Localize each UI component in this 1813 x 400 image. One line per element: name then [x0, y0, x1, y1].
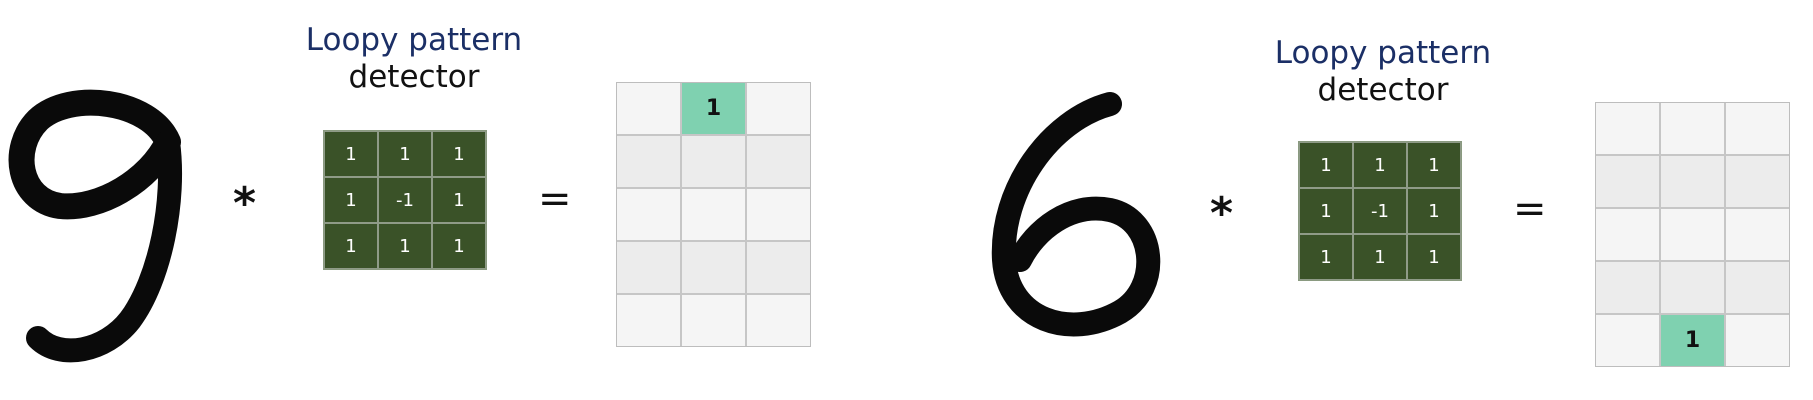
kernel-title: Loopy pattern detector [264, 22, 564, 96]
kernel-cell: 1 [1408, 143, 1460, 187]
feature-map-cell [1726, 103, 1789, 154]
kernel-cell: 1 [1300, 143, 1352, 187]
kernel-cell: 1 [1354, 143, 1406, 187]
kernel-title-line1: Loopy pattern [305, 22, 523, 58]
kernel-cell: 1 [1408, 235, 1460, 279]
feature-map-cell-activated: 1 [1661, 315, 1724, 366]
feature-map-cell [747, 189, 810, 240]
feature-map-cell [747, 295, 810, 346]
feature-map-cell [1661, 262, 1724, 313]
feature-map-cell [747, 83, 810, 134]
panel-digit-6: * Loopy pattern detector 1 1 1 1 -1 1 1 … [960, 0, 1813, 400]
kernel-cell: 1 [433, 224, 485, 268]
kernel-cell: 1 [325, 224, 377, 268]
feature-map-cell [682, 136, 745, 187]
feature-map-cell [1661, 156, 1724, 207]
kernel-title-line2: detector [1317, 72, 1449, 109]
feature-map-cell [617, 83, 680, 134]
feature-map-cell [1596, 103, 1659, 154]
convolution-operator: * [1210, 188, 1234, 239]
handwritten-digit-6 [991, 92, 1161, 337]
kernel-title-line2: detector [348, 59, 480, 96]
kernel-grid: 1 1 1 1 -1 1 1 1 1 [1298, 141, 1462, 281]
kernel-cell: 1 [325, 178, 377, 222]
feature-map-cell [617, 136, 680, 187]
kernel-cell: 1 [325, 132, 377, 176]
feature-map-cell [617, 242, 680, 293]
feature-map-cell [1726, 209, 1789, 260]
kernel-cell: -1 [379, 178, 431, 222]
kernel-cell: 1 [1300, 235, 1352, 279]
kernel-grid: 1 1 1 1 -1 1 1 1 1 [323, 130, 487, 270]
feature-map-cell [682, 295, 745, 346]
kernel-cell: 1 [1354, 235, 1406, 279]
feature-map-cell [682, 189, 745, 240]
feature-map-cell [1661, 209, 1724, 260]
handwritten-digit-9 [8, 89, 182, 363]
equals-sign: = [1513, 186, 1547, 232]
kernel-cell: 1 [433, 178, 485, 222]
kernel-cell: -1 [1354, 189, 1406, 233]
feature-map-cell [747, 136, 810, 187]
feature-map-cell [1596, 209, 1659, 260]
feature-map-cell [1596, 262, 1659, 313]
feature-map-cell [1726, 262, 1789, 313]
kernel-title: Loopy pattern detector [1233, 35, 1533, 109]
feature-map-grid: 1 [1595, 102, 1790, 367]
feature-map-cell [617, 189, 680, 240]
panel-digit-9: * Loopy pattern detector 1 1 1 1 -1 1 1 … [0, 0, 906, 400]
feature-map-cell [1661, 103, 1724, 154]
feature-map-cell [1726, 156, 1789, 207]
feature-map-cell [617, 295, 680, 346]
feature-map-cell [1596, 156, 1659, 207]
kernel-cell: 1 [1408, 189, 1460, 233]
feature-map-cell-activated: 1 [682, 83, 745, 134]
feature-map-cell [1596, 315, 1659, 366]
equals-sign: = [538, 176, 572, 222]
kernel-cell: 1 [379, 224, 431, 268]
convolution-operator: * [233, 178, 257, 229]
kernel-cell: 1 [1300, 189, 1352, 233]
feature-map-cell [1726, 315, 1789, 366]
kernel-title-line1: Loopy pattern [1274, 35, 1492, 71]
kernel-cell: 1 [379, 132, 431, 176]
feature-map-cell [747, 242, 810, 293]
feature-map-cell [682, 242, 745, 293]
kernel-cell: 1 [433, 132, 485, 176]
feature-map-grid: 1 [616, 82, 811, 347]
